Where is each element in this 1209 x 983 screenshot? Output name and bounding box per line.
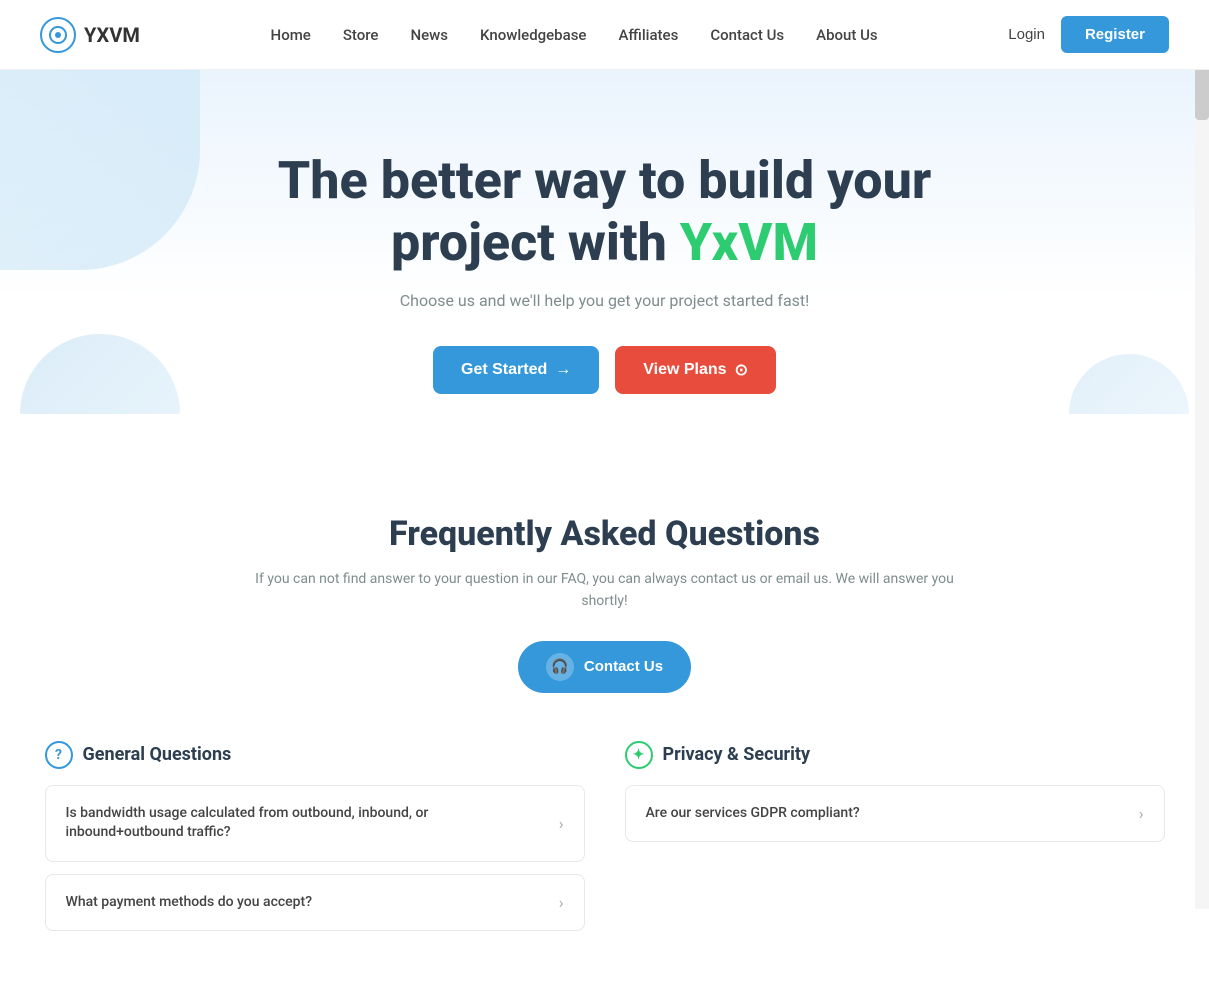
site-logo[interactable]: YXVM — [40, 17, 140, 53]
faq-item-gdpr[interactable]: Are our services GDPR compliant? › — [625, 785, 1165, 843]
hero-headline-part2: project with — [391, 212, 680, 273]
hero-section: The better way to build your project wit… — [0, 70, 1209, 454]
chevron-right-icon-3: › — [1139, 804, 1144, 823]
scrollbar[interactable] — [1195, 0, 1209, 909]
view-plans-button[interactable]: View Plans ⊙ — [615, 346, 776, 394]
logo-text: YXVM — [84, 23, 140, 47]
get-started-button[interactable]: Get Started → — [433, 346, 599, 394]
faq-item-gdpr-text: Are our services GDPR compliant? — [646, 804, 1139, 824]
faq-grid: ? General Questions Is bandwidth usage c… — [45, 741, 1165, 944]
faq-column-general: ? General Questions Is bandwidth usage c… — [45, 741, 585, 944]
nav-item-store[interactable]: Store — [343, 26, 379, 44]
hero-headline: The better way to build your project wit… — [255, 150, 955, 275]
faq-section: Frequently Asked Questions If you can no… — [0, 454, 1209, 983]
faq-item-payment[interactable]: What payment methods do you accept? › — [45, 874, 585, 932]
faq-contact-us-button[interactable]: 🎧 Contact Us — [518, 641, 691, 693]
faq-item-bandwidth-text: Is bandwidth usage calculated from outbo… — [66, 804, 559, 843]
contact-us-label: Contact Us — [584, 658, 663, 675]
faq-item-payment-text: What payment methods do you accept? — [66, 893, 559, 913]
nav-item-news[interactable]: News — [410, 26, 448, 44]
question-icon: ? — [45, 741, 73, 769]
faq-column-privacy-title: Privacy & Security — [663, 744, 811, 765]
nav-item-home[interactable]: Home — [271, 26, 311, 44]
faq-title: Frequently Asked Questions — [40, 514, 1169, 554]
hero-subtitle: Choose us and we'll help you get your pr… — [40, 291, 1169, 310]
nav-links: Home Store News Knowledgebase Affiliates… — [271, 25, 878, 44]
faq-item-bandwidth[interactable]: Is bandwidth usage calculated from outbo… — [45, 785, 585, 862]
nav-item-about-us[interactable]: About Us — [816, 26, 878, 44]
register-button[interactable]: Register — [1061, 16, 1169, 53]
login-button[interactable]: Login — [1008, 26, 1045, 43]
chevron-right-icon: › — [559, 814, 564, 833]
hero-headline-part1: The better way to build your — [278, 150, 931, 211]
nav-actions: Login Register — [1008, 16, 1169, 53]
arrow-right-icon: → — [555, 361, 571, 379]
hero-brand-name: YxVM — [680, 212, 818, 273]
view-plans-label: View Plans — [643, 361, 726, 379]
faq-column-privacy-header: ✦ Privacy & Security — [625, 741, 1165, 769]
faq-column-privacy: ✦ Privacy & Security Are our services GD… — [625, 741, 1165, 944]
hero-buttons: Get Started → View Plans ⊙ — [40, 346, 1169, 394]
shield-icon: ✦ — [625, 741, 653, 769]
get-started-label: Get Started — [461, 361, 547, 379]
chevron-right-icon-2: › — [559, 893, 564, 912]
navbar: YXVM Home Store News Knowledgebase Affil… — [0, 0, 1209, 70]
nav-item-affiliates[interactable]: Affiliates — [618, 26, 678, 44]
faq-description: If you can not find answer to your quest… — [255, 568, 955, 613]
target-icon: ⊙ — [735, 360, 748, 380]
hero-blob-left — [0, 70, 200, 270]
faq-column-general-title: General Questions — [83, 744, 232, 765]
nav-item-knowledgebase[interactable]: Knowledgebase — [480, 26, 586, 44]
faq-column-general-header: ? General Questions — [45, 741, 585, 769]
logo-icon — [40, 17, 76, 53]
headset-icon: 🎧 — [546, 653, 574, 681]
nav-item-contact-us[interactable]: Contact Us — [710, 26, 784, 44]
